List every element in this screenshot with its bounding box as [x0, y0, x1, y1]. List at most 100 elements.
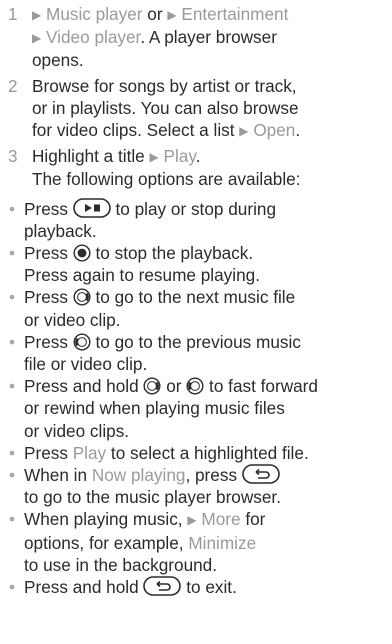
options-list: • Press to play or stop during playback.… — [8, 197, 382, 599]
bullet-icon: • — [9, 331, 16, 352]
step-line: or in playlists. You can also browse — [32, 97, 299, 118]
bullet-text: or — [161, 376, 187, 397]
list-item: • Press to stop the playback. Press agai… — [8, 242, 382, 286]
bullet-text: to fast forward — [204, 376, 318, 397]
bullet-text: to select a highlighted file. — [106, 442, 309, 463]
bullet-text: Press — [24, 331, 73, 352]
step-text: for video clips. Select a list — [32, 120, 240, 141]
bullet-icon: • — [9, 465, 16, 486]
bullet-text: to play or stop during — [110, 198, 277, 219]
bullet-text: Press and hold — [24, 376, 144, 397]
bullet-line: file or video clip. — [24, 354, 148, 375]
step-line: ▶ Video player. A player browser — [32, 26, 382, 49]
option-minimize: Minimize — [188, 532, 257, 553]
step-number: 3 — [8, 146, 18, 167]
bullet-line: options, for example, Minimize — [24, 532, 382, 554]
step-number: 1 — [8, 4, 18, 24]
bullet-line: to use in the background. — [24, 554, 218, 575]
step-text: Highlight a title — [32, 146, 150, 167]
bullet-text: Press and hold — [24, 577, 144, 598]
list-item: • When playing music, ▶ More for options… — [8, 508, 382, 576]
bullet-icon: • — [9, 577, 16, 598]
bullet-icon: • — [9, 287, 16, 308]
bullet-text: options, for example, — [24, 532, 189, 553]
step-line: Browse for songs by artist or track, — [32, 75, 297, 96]
step-1: 1 ▶ Music player or ▶ Entertainment ▶ Vi… — [8, 3, 382, 72]
bullet-line: Press to play or stop during — [24, 197, 382, 220]
step-line: for video clips. Select a list ▶ Open. — [32, 119, 382, 142]
softkey-more: More — [201, 509, 241, 530]
bullet-text: Press — [24, 198, 73, 219]
list-item: • Press to play or stop during playback. — [8, 197, 382, 242]
menu-open: Open — [253, 120, 296, 141]
bullet-line: Press and hold or to fast forward — [24, 375, 382, 397]
bullet-line: playback. — [24, 220, 97, 241]
right-pointer-icon: ▶ — [239, 124, 249, 139]
bullet-text: to go to the previous music — [90, 331, 301, 352]
list-item: • When in Now playing, press to go to th… — [8, 464, 382, 508]
menu-music-player: Music player — [46, 4, 143, 24]
menu-video-player: Video player — [46, 27, 141, 48]
bullet-text: to stop the playback. — [90, 243, 254, 264]
right-pointer-icon: ▶ — [187, 513, 197, 528]
bullet-line: When in Now playing, press — [24, 464, 382, 486]
now-playing-label: Now playing — [91, 465, 186, 486]
menu-play: Play — [163, 146, 196, 167]
play-stop-key-icon — [72, 197, 111, 218]
right-pointer-icon: ▶ — [32, 8, 42, 22]
back-key-icon — [143, 576, 182, 596]
bullet-text: Press — [24, 442, 73, 463]
bullet-text: When in — [24, 465, 92, 486]
step-text: or — [142, 4, 168, 24]
step-2: 2 Browse for songs by artist or track, o… — [8, 75, 382, 143]
list-item: • Press and hold to exit. — [8, 576, 382, 598]
bullet-line: or video clips. — [24, 420, 130, 441]
bullet-text: to exit. — [181, 577, 237, 598]
right-pointer-icon: ▶ — [149, 150, 159, 165]
list-item: • Press to go to the previous music file… — [8, 331, 382, 375]
bullet-icon: • — [9, 243, 16, 264]
bullet-line: When playing music, ▶ More for — [24, 508, 382, 531]
bullet-icon: • — [9, 198, 16, 219]
back-key-icon — [242, 464, 280, 484]
bullet-line: Press to go to the next music file — [24, 286, 382, 308]
bullet-line: Press to go to the previous music — [24, 331, 382, 353]
nav-left-key-icon — [73, 333, 91, 351]
bullet-line: or video clip. — [24, 309, 121, 330]
bullet-line: Press again to resume playing. — [24, 265, 260, 286]
step-line: ▶ Music player or ▶ Entertainment — [32, 3, 382, 26]
menu-entertainment: Entertainment — [181, 4, 289, 24]
bullet-icon: • — [9, 442, 16, 463]
bullet-text: Press — [24, 243, 73, 264]
bullet-text: When playing music, — [24, 509, 188, 530]
bullet-text: Press — [24, 287, 73, 308]
softkey-play: Play — [72, 442, 107, 463]
right-pointer-icon: ▶ — [32, 31, 42, 46]
bullet-icon: • — [9, 509, 16, 530]
center-select-key-icon — [73, 244, 91, 262]
bullet-text: to go to the next music file — [90, 287, 296, 308]
bullet-text: , press — [185, 465, 242, 486]
step-text: . — [295, 120, 301, 141]
nav-right-key-icon — [143, 377, 161, 395]
right-pointer-icon: ▶ — [167, 8, 177, 22]
bullet-line: Press to stop the playback. — [24, 242, 382, 264]
list-item: • Press Play to select a highlighted fil… — [8, 442, 382, 464]
manual-page: 1 ▶ Music player or ▶ Entertainment ▶ Vi… — [0, 0, 392, 598]
options-intro: The following options are available: — [32, 169, 301, 190]
nav-right-key-icon — [73, 288, 91, 306]
bullet-line: Press Play to select a highlighted file. — [24, 442, 382, 464]
list-item: • Press to go to the next music file or … — [8, 286, 382, 330]
bullet-line: or rewind when playing music files — [24, 398, 285, 419]
nav-left-key-icon — [186, 377, 204, 395]
step-line: Highlight a title ▶ Play. — [32, 145, 382, 168]
bullet-line: Press and hold to exit. — [24, 576, 382, 598]
list-item: • Press and hold or to fast forward or r… — [8, 375, 382, 442]
bullet-line: to go to the music player browser. — [24, 487, 281, 508]
step-text: . — [195, 146, 201, 167]
step-line: opens. — [32, 50, 84, 71]
bullet-icon: • — [9, 376, 16, 397]
step-text: . A player browser — [140, 27, 277, 48]
step-number: 2 — [8, 75, 18, 96]
bullet-text: for — [240, 509, 266, 530]
